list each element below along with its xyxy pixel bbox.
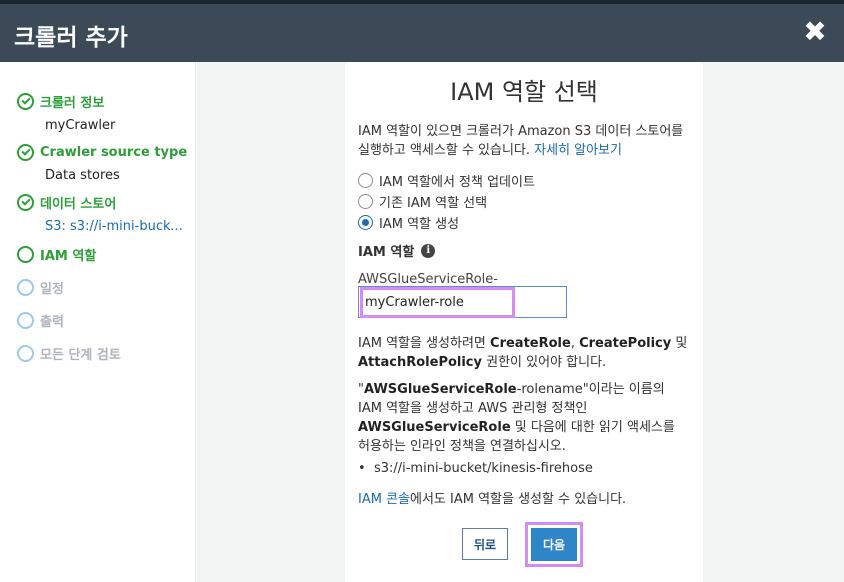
circle-icon — [17, 245, 34, 263]
step-label: IAM 역할 — [40, 248, 97, 264]
perm-sep: , — [570, 336, 580, 351]
perm-create-policy: CreatePolicy — [579, 336, 672, 351]
permission-note: IAM 역할을 생성하려면 CreateRole, CreatePolicy 및… — [358, 334, 688, 372]
radio-button-selected[interactable] — [358, 214, 373, 230]
main-panel: IAM 역할 선택 IAM 역할이 있으면 크롤러가 Amazon S3 데이터… — [197, 62, 844, 582]
step-output: 출력 — [17, 309, 64, 331]
naming-bold: AWSGlueServiceRole — [363, 382, 517, 397]
perm-text: IAM 역할을 생성하려면 — [358, 336, 491, 351]
radio-update-policy[interactable]: IAM 역할에서 정책 업데이트 — [358, 171, 535, 190]
dialog-title: 크롤러 추가 — [14, 25, 128, 51]
step-label: 출력 — [40, 314, 64, 330]
field-label-text: IAM 역할 — [358, 245, 415, 260]
learn-more-link[interactable]: 자세히 알아보기 — [534, 143, 622, 158]
step-label: 일정 — [40, 281, 64, 297]
step-value-source-type: Data stores — [45, 168, 120, 183]
description-text: IAM 역할이 있으면 크롤러가 Amazon S3 데이터 스토어를 실행하고… — [358, 124, 684, 158]
role-name-input[interactable] — [365, 291, 511, 313]
perm-create-role: CreateRole — [490, 336, 571, 351]
circle-icon — [17, 344, 34, 362]
step-label: Crawler source type — [40, 144, 188, 160]
bucket-list-item: • s3://i-mini-bucket/kinesis-firehose — [358, 461, 593, 476]
bullet-glyph: • — [358, 461, 374, 476]
radio-choose-existing[interactable]: 기존 IAM 역할 선택 — [358, 192, 488, 211]
check-circle-icon — [17, 92, 34, 110]
step-value-crawler-name: myCrawler — [45, 118, 116, 133]
perm-text-2: 권한이 있어야 합니다. — [482, 355, 607, 370]
page-title: IAM 역할 선택 — [450, 78, 598, 106]
step-schedule: 일정 — [17, 276, 64, 298]
naming-note: "AWSGlueServiceRole-rolename"이라는 이름의 IAM… — [358, 380, 688, 456]
console-note: IAM 콘솔에서도 IAM 역할을 생성할 수 있습니다. — [358, 490, 688, 509]
radio-button[interactable] — [358, 193, 373, 209]
iam-console-link[interactable]: IAM 콘솔 — [358, 492, 410, 507]
step-label: 모든 단계 검토 — [40, 347, 121, 363]
naming-bold-2: AWSGlueServiceRole — [358, 420, 511, 435]
back-button[interactable]: 뒤로 — [462, 528, 508, 560]
check-circle-icon — [17, 193, 34, 211]
step-label: 크롤러 정보 — [40, 95, 105, 111]
role-prefix: AWSGlueServiceRole- — [358, 272, 498, 287]
step-iam-role[interactable]: IAM 역할 — [17, 243, 96, 265]
step-label: 데이터 스토어 — [40, 196, 117, 212]
iam-role-field-label: IAM 역할 i — [358, 241, 436, 260]
dialog-header: 크롤러 추가 ✖ — [0, 4, 844, 62]
step-crawler-info[interactable]: 크롤러 정보 — [17, 90, 104, 112]
check-circle-icon — [17, 143, 34, 161]
circle-icon — [17, 278, 34, 296]
perm-attach-role-policy: AttachRolePolicy — [358, 355, 482, 370]
wizard-sidebar: 크롤러 정보 myCrawler Crawler source type Dat… — [0, 62, 196, 582]
close-icon[interactable]: ✖ — [800, 14, 830, 50]
iam-role-card: IAM 역할 선택 IAM 역할이 있으면 크롤러가 Amazon S3 데이터… — [345, 62, 703, 582]
step-review: 모든 단계 검토 — [17, 342, 121, 364]
bucket-path: s3://i-mini-bucket/kinesis-firehose — [373, 461, 593, 476]
circle-icon — [17, 311, 34, 329]
radio-label: IAM 역할 생성 — [379, 216, 460, 232]
info-icon[interactable]: i — [421, 243, 436, 258]
step-crawler-source-type[interactable]: Crawler source type — [17, 141, 187, 163]
radio-button[interactable] — [358, 172, 373, 188]
radio-label: IAM 역할에서 정책 업데이트 — [379, 174, 535, 190]
console-text: 에서도 IAM 역할을 생성할 수 있습니다. — [410, 492, 627, 507]
radio-create-role[interactable]: IAM 역할 생성 — [358, 213, 460, 232]
step-data-store[interactable]: 데이터 스토어 — [17, 191, 116, 213]
next-button[interactable]: 다음 — [531, 528, 577, 561]
description: IAM 역할이 있으면 크롤러가 Amazon S3 데이터 스토어를 실행하고… — [358, 122, 688, 160]
radio-label: 기존 IAM 역할 선택 — [379, 195, 488, 211]
perm-and: 및 — [671, 336, 688, 351]
step-value-data-store[interactable]: S3: s3://i-mini-bucket/kinesis-firehose — [45, 219, 187, 234]
